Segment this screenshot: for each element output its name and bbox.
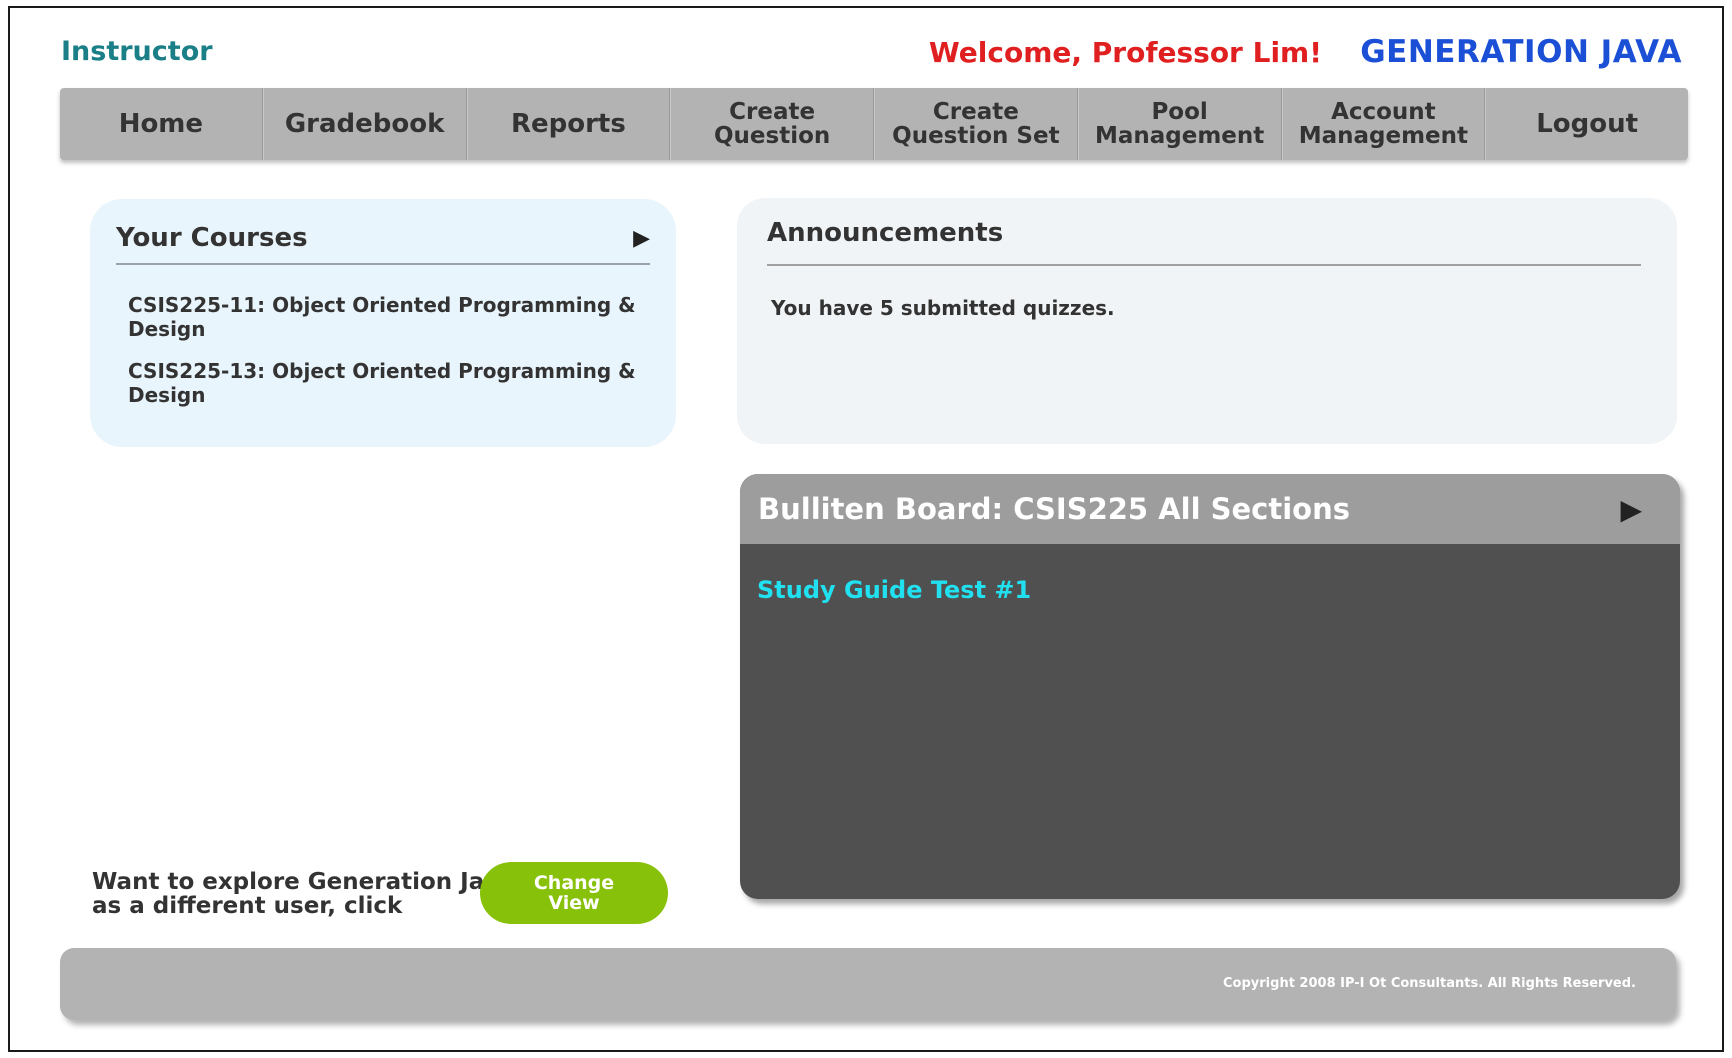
main-nav: Home Gradebook Reports Create Question C… (60, 88, 1688, 160)
courses-header: Your Courses ▶ (116, 223, 650, 265)
nav-gradebook[interactable]: Gradebook (262, 88, 467, 160)
bulletin-post-link[interactable]: Study Guide Test #1 (757, 576, 1680, 604)
explore-line-1: Want to explore Generation Java (92, 869, 515, 895)
courses-title: Your Courses (116, 223, 308, 253)
announcements-title: Announcements (767, 218, 1004, 248)
course-item[interactable]: CSIS225-11: Object Oriented Programming … (128, 293, 650, 341)
change-view-label-1: Change (533, 872, 615, 894)
nav-create-question[interactable]: Create Question (670, 88, 874, 160)
change-view-label-2: View (548, 892, 600, 914)
nav-pool-management[interactable]: Pool Management (1077, 88, 1282, 160)
nav-reports[interactable]: Reports (466, 88, 671, 160)
nav-create-question-set[interactable]: Create Question Set (874, 88, 1078, 160)
courses-panel: Your Courses ▶ CSIS225-11: Object Orient… (90, 199, 676, 447)
footer-bar: Copyright 2008 IP-I Ot Consultants. All … (60, 948, 1676, 1020)
role-label: Instructor (61, 36, 213, 67)
explore-prompt: Want to explore Generation Java as a dif… (92, 870, 515, 918)
copyright-text: Copyright 2008 IP-I Ot Consultants. All … (1223, 976, 1636, 991)
expand-arrow-icon[interactable]: ▶ (1620, 493, 1642, 526)
course-list: CSIS225-11: Object Oriented Programming … (116, 293, 650, 407)
welcome-message: Welcome, Professor Lim! (928, 36, 1322, 69)
bulletin-board: Bulliten Board: CSIS225 All Sections ▶ S… (740, 474, 1680, 899)
brand-logo: GENERATION JAVA (1360, 34, 1682, 70)
announcement-text: You have 5 submitted quizzes. (771, 296, 1115, 320)
nav-home[interactable]: Home (60, 88, 263, 160)
expand-arrow-icon[interactable]: ▶ (633, 226, 650, 251)
nav-account-management[interactable]: Account Management (1281, 88, 1486, 160)
bulletin-title: Bulliten Board: CSIS225 All Sections (758, 492, 1351, 526)
change-view-button[interactable]: Change View (480, 862, 668, 924)
nav-logout[interactable]: Logout (1485, 88, 1688, 160)
bulletin-header: Bulliten Board: CSIS225 All Sections ▶ (740, 474, 1680, 544)
explore-line-2: as a different user, click (92, 893, 403, 919)
announcements-header: Announcements (767, 218, 1641, 266)
course-item[interactable]: CSIS225-13: Object Oriented Programming … (128, 359, 650, 407)
announcements-panel: Announcements You have 5 submitted quizz… (737, 198, 1677, 444)
